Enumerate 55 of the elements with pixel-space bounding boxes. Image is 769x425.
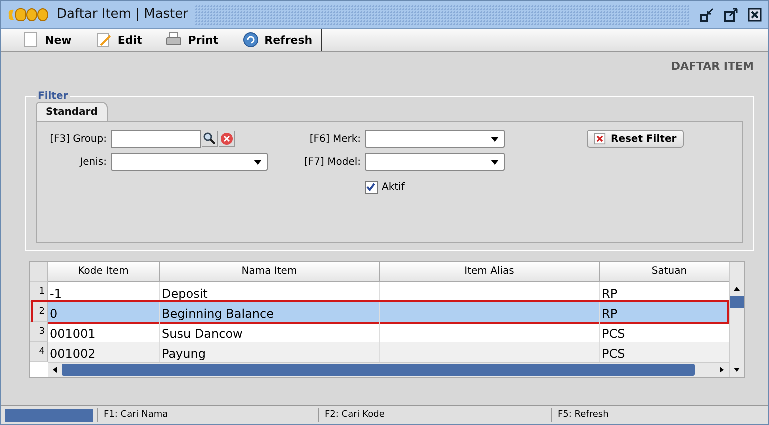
table-cell: Beginning Balance bbox=[160, 302, 380, 322]
column-header[interactable]: Kode Item bbox=[48, 262, 160, 282]
clear-icon[interactable] bbox=[219, 131, 235, 147]
window-title: Daftar Item | Master bbox=[57, 7, 188, 22]
page-cross-icon bbox=[594, 133, 606, 145]
toolbar-button[interactable]: Edit bbox=[88, 29, 150, 51]
row-number: 3 bbox=[30, 322, 48, 342]
column-header[interactable]: Satuan bbox=[600, 262, 729, 282]
merk-dropdown[interactable] bbox=[365, 130, 505, 148]
search-icon[interactable] bbox=[202, 131, 218, 147]
field-label: [F7] Model: bbox=[304, 156, 361, 168]
field-label: Jenis: bbox=[78, 156, 107, 168]
aktif-checkbox[interactable] bbox=[365, 181, 378, 194]
filter-legend: Filter bbox=[36, 91, 70, 102]
toolbar-button[interactable]: Refresh bbox=[234, 29, 322, 51]
checkbox-label: Aktif bbox=[382, 182, 405, 193]
row-number: 4 bbox=[30, 342, 48, 362]
page-heading: DAFTAR ITEM bbox=[671, 60, 754, 73]
scrollbar-thumb[interactable] bbox=[730, 296, 744, 308]
maximize-icon[interactable] bbox=[724, 8, 738, 22]
status-text: F5: Refresh bbox=[551, 408, 609, 422]
status-text: F1: Cari Nama bbox=[97, 408, 318, 422]
horizontal-scrollbar[interactable] bbox=[48, 362, 729, 377]
table-cell: 0 bbox=[48, 302, 160, 322]
printer-icon bbox=[166, 32, 182, 48]
group-field[interactable] bbox=[111, 130, 201, 148]
toolbar-button[interactable]: New bbox=[15, 29, 80, 51]
scrollbar-thumb[interactable] bbox=[62, 364, 695, 376]
scroll-down-icon[interactable] bbox=[733, 366, 741, 374]
scroll-up-icon[interactable] bbox=[733, 285, 741, 293]
row-number: 1 bbox=[30, 282, 48, 302]
filter-tab[interactable]: Standard bbox=[36, 102, 108, 121]
reset-filter-button[interactable]: Reset Filter bbox=[587, 130, 684, 148]
dropdown-arrow-icon bbox=[491, 160, 499, 165]
close-icon[interactable] bbox=[748, 8, 762, 22]
field-label: [F6] Merk: bbox=[308, 134, 361, 144]
refresh-icon bbox=[242, 32, 259, 48]
status-text: F2: Cari Kode bbox=[318, 408, 551, 422]
column-header[interactable]: Nama Item bbox=[160, 262, 380, 282]
checkmark-icon bbox=[366, 182, 376, 192]
model-dropdown[interactable] bbox=[365, 153, 505, 171]
restore-icon[interactable] bbox=[700, 8, 714, 22]
column-header[interactable]: Item Alias bbox=[380, 262, 600, 282]
field-label: [F3] Group: bbox=[49, 134, 107, 144]
jenis-dropdown[interactable] bbox=[111, 153, 268, 171]
dropdown-arrow-icon bbox=[491, 137, 499, 142]
scroll-left-icon[interactable] bbox=[51, 366, 59, 374]
table-corner bbox=[30, 262, 48, 282]
blank-page-icon bbox=[23, 32, 39, 48]
vertical-scrollbar[interactable] bbox=[729, 262, 744, 377]
bee-logo-icon bbox=[7, 6, 51, 22]
toolbar-button[interactable]: Print bbox=[158, 29, 227, 51]
pencil-page-icon bbox=[96, 32, 112, 48]
dropdown-arrow-icon bbox=[254, 160, 262, 165]
scroll-right-icon[interactable] bbox=[718, 366, 726, 374]
